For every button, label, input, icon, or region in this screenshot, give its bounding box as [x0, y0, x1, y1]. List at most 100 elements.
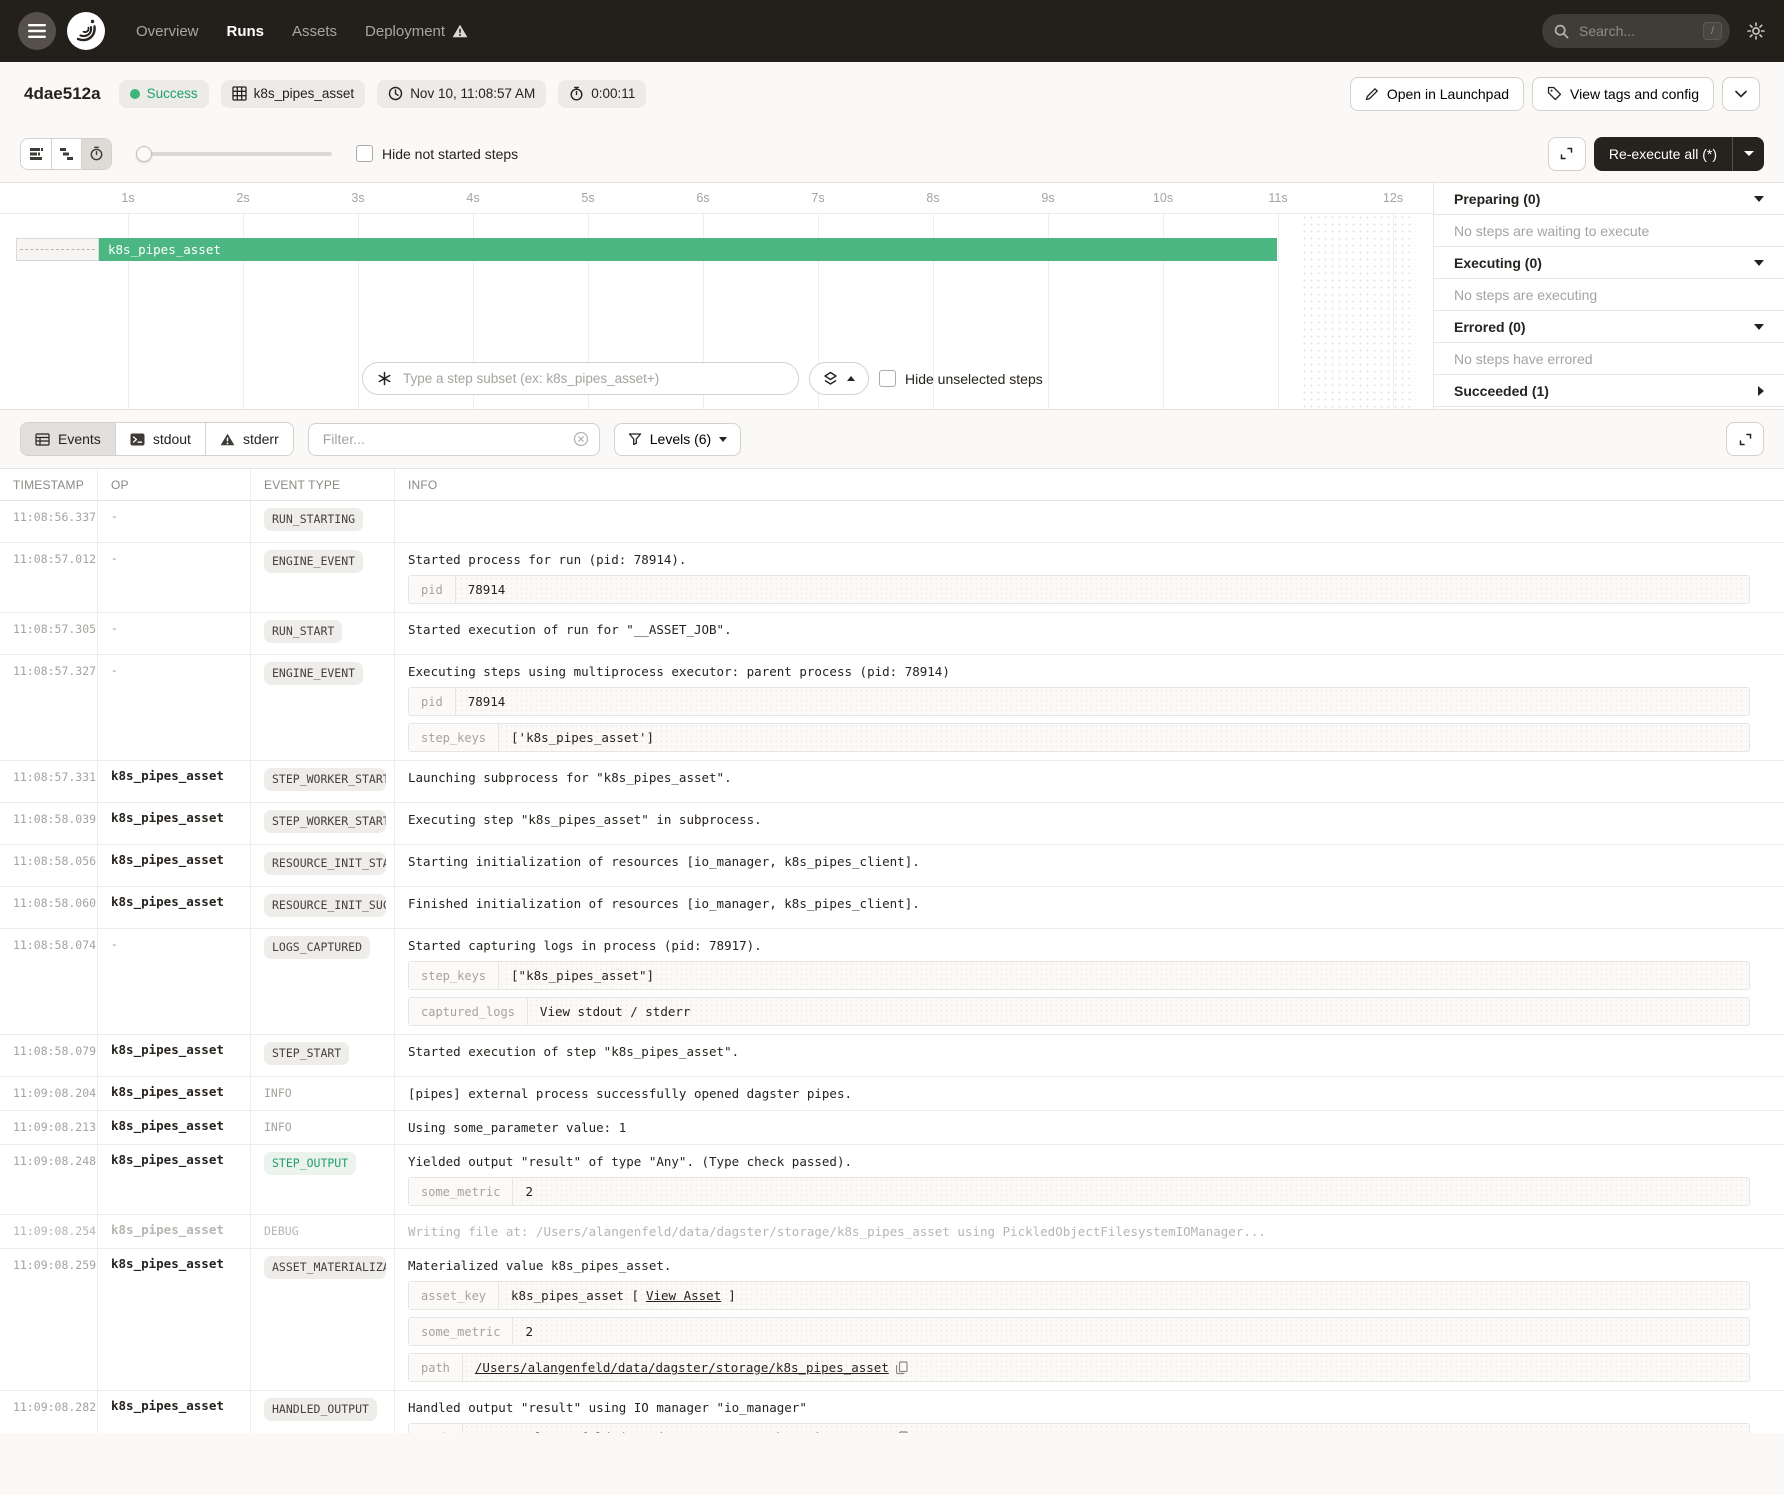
panel-section-succeeded[interactable]: Succeeded (1) — [1434, 375, 1784, 407]
levels-dropdown[interactable]: Levels (6) — [614, 423, 741, 456]
event-type-badge[interactable]: HANDLED_OUTPUT — [264, 1398, 377, 1421]
log-op-cell: - — [97, 655, 250, 760]
hide-not-started-checkbox[interactable] — [356, 145, 373, 162]
log-op: - — [111, 938, 118, 951]
log-op: k8s_pipes_asset — [111, 1042, 224, 1057]
run-actions-menu-button[interactable] — [1722, 77, 1760, 111]
event-type-badge[interactable]: RUN_START — [264, 620, 342, 643]
hide-not-started-control[interactable]: Hide not started steps — [356, 145, 518, 162]
nav-item-runs[interactable]: Runs — [227, 23, 265, 40]
axis-tick-label: 5s — [581, 191, 594, 205]
step-subset-input[interactable] — [401, 370, 784, 387]
view-flat-button[interactable] — [21, 139, 51, 169]
event-type-badge[interactable]: ENGINE_EVENT — [264, 550, 363, 573]
event-type-badge[interactable]: ASSET_MATERIALIZAT… — [264, 1256, 386, 1279]
log-op: k8s_pipes_asset — [111, 810, 224, 825]
panel-section-title: Errored (0) — [1454, 319, 1526, 335]
log-event-type-cell: ASSET_MATERIALIZAT… — [250, 1249, 394, 1390]
log-info-text — [408, 508, 1774, 510]
event-type-badge[interactable]: LOGS_CAPTURED — [264, 936, 370, 959]
nav-item-overview[interactable]: Overview — [136, 23, 199, 40]
event-type-badge[interactable]: ENGINE_EVENT — [264, 662, 363, 685]
reexecute-all-split-button: Re-execute all (*) — [1594, 137, 1764, 171]
copy-icon[interactable] — [896, 1431, 908, 1434]
log-info-text: Launching subprocess for "k8s_pipes_asse… — [408, 768, 1774, 786]
step-subset-inputbox — [362, 362, 799, 395]
view-timed-button[interactable] — [81, 139, 111, 169]
view-waterfall-button[interactable] — [51, 139, 81, 169]
metadata-entry: path/Users/alangenfeld/data/dagster/stor… — [408, 1423, 1750, 1433]
apply-step-filter-button[interactable] — [809, 362, 869, 395]
slider-thumb[interactable] — [136, 146, 152, 162]
event-type-badge[interactable]: STEP_WORKER_STARTED — [264, 810, 386, 833]
nav-item-assets[interactable]: Assets — [292, 23, 337, 40]
logs-fullscreen-button[interactable] — [1726, 422, 1764, 456]
search-input[interactable] — [1577, 22, 1695, 40]
hide-unselected-label: Hide unselected steps — [905, 371, 1043, 387]
panel-section-preparing[interactable]: Preparing (0) — [1434, 183, 1784, 215]
log-info-cell: Writing file at: /Users/alangenfeld/data… — [394, 1215, 1784, 1248]
event-type-badge[interactable]: RUN_STARTING — [264, 508, 363, 531]
gantt-step-bar[interactable]: k8s_pipes_asset — [99, 238, 1277, 261]
gear-icon[interactable] — [1746, 21, 1766, 41]
hide-unselected-control[interactable]: Hide unselected steps — [879, 370, 1043, 387]
log-op-cell: k8s_pipes_asset — [97, 1111, 250, 1144]
log-op: - — [111, 664, 118, 677]
tab-stdout[interactable]: stdout — [115, 423, 205, 455]
layers-icon — [823, 371, 838, 386]
open-in-launchpad-label: Open in Launchpad — [1387, 86, 1509, 102]
log-info-text: Started process for run (pid: 78914). — [408, 550, 1774, 568]
metadata-text: 2 — [525, 1324, 533, 1339]
metadata-key: captured_logs — [409, 998, 528, 1025]
log-info-text: Finished initialization of resources [io… — [408, 894, 1774, 912]
gantt-area: 1s2s3s4s5s6s7s8s9s10s11s12s k8s_pipes_as… — [0, 182, 1784, 410]
log-row: 11:09:08.213k8s_pipes_assetINFOUsing som… — [0, 1111, 1784, 1145]
reexecute-all-button[interactable]: Re-execute all (*) — [1594, 137, 1732, 171]
event-type-badge[interactable]: STEP_WORKER_STARTI… — [264, 768, 386, 791]
axis-tick-label: 3s — [351, 191, 364, 205]
metadata-link[interactable]: /Users/alangenfeld/data/dagster/storage/… — [475, 1360, 889, 1375]
view-tags-config-button[interactable]: View tags and config — [1532, 77, 1714, 111]
step-selector-icon — [377, 371, 392, 386]
clear-filter-icon[interactable] — [573, 431, 589, 447]
log-info-text: Executing step "k8s_pipes_asset" in subp… — [408, 810, 1774, 828]
panel-section-executing[interactable]: Executing (0) — [1434, 247, 1784, 279]
metadata-link[interactable]: View Asset — [646, 1288, 721, 1303]
reexecute-menu-button[interactable] — [1732, 137, 1764, 171]
metadata-key: path — [409, 1424, 463, 1433]
log-info-cell: Started capturing logs in process (pid: … — [394, 929, 1784, 1034]
grid-table-icon — [232, 86, 247, 101]
nav-item-label: Runs — [227, 23, 265, 40]
log-filter-input[interactable] — [321, 430, 565, 448]
panel-section-errored[interactable]: Errored (0) — [1434, 311, 1784, 343]
gantt-zoom-slider[interactable] — [136, 146, 332, 162]
log-event-type-cell: DEBUG — [250, 1215, 394, 1248]
metadata-link[interactable]: /Users/alangenfeld/data/dagster/storage/… — [475, 1430, 889, 1433]
metadata-key: step_keys — [409, 724, 499, 751]
global-search[interactable]: / — [1542, 14, 1730, 48]
metadata-value: ["k8s_pipes_asset"] — [499, 962, 666, 989]
event-type-badge[interactable]: STEP_OUTPUT — [264, 1152, 356, 1175]
event-type-label: INFO — [264, 1118, 292, 1134]
log-info-cell: Executing step "k8s_pipes_asset" in subp… — [394, 803, 1784, 844]
tab-stderr[interactable]: stderr — [205, 423, 293, 455]
gantt-fullscreen-button[interactable] — [1548, 137, 1586, 171]
nav-item-deployment[interactable]: Deployment — [365, 23, 468, 40]
copy-icon[interactable] — [896, 1361, 908, 1375]
event-type-badge[interactable]: RESOURCE_INIT_STAR… — [264, 852, 386, 875]
chevron-down-icon — [1744, 151, 1754, 156]
metadata-entry: path/Users/alangenfeld/data/dagster/stor… — [408, 1353, 1750, 1382]
panel-section-title: Succeeded (1) — [1454, 383, 1549, 399]
event-type-badge[interactable]: RESOURCE_INIT_SUCC… — [264, 894, 386, 917]
open-in-launchpad-button[interactable]: Open in Launchpad — [1350, 77, 1524, 111]
chevron-up-icon — [847, 376, 855, 381]
axis-tick-label: 4s — [466, 191, 479, 205]
menu-button[interactable] — [18, 12, 56, 50]
hide-unselected-checkbox[interactable] — [879, 370, 896, 387]
event-type-badge[interactable]: STEP_START — [264, 1042, 349, 1065]
dagster-logo-icon[interactable] — [66, 11, 106, 51]
log-timestamp: 11:09:08.254 — [0, 1215, 97, 1248]
job-tag[interactable]: k8s_pipes_asset — [221, 80, 366, 108]
tab-events[interactable]: Events — [21, 423, 115, 455]
log-info-text: Yielded output "result" of type "Any". (… — [408, 1152, 1774, 1170]
